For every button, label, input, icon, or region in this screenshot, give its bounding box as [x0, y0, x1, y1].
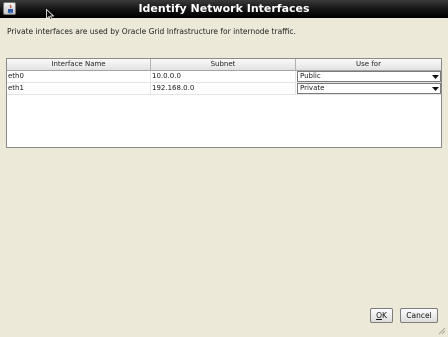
use-for-value: Public — [300, 72, 321, 80]
column-header-interface-name[interactable]: Interface Name — [7, 59, 151, 71]
column-header-use-for[interactable]: Use for — [296, 59, 441, 71]
use-for-cell[interactable]: Private — [296, 83, 441, 95]
cancel-button[interactable]: Cancel — [400, 308, 438, 323]
ok-label: K — [381, 311, 387, 320]
subnet-cell[interactable]: 192.168.0.0 — [151, 83, 296, 95]
use-for-cell[interactable]: Public — [296, 71, 441, 83]
resize-grip-icon[interactable] — [438, 327, 446, 335]
use-for-dropdown[interactable]: Private — [297, 83, 441, 94]
network-interfaces-table[interactable]: Interface Name Subnet Use for eth0 10.0.… — [6, 58, 442, 148]
chevron-down-icon[interactable] — [432, 86, 439, 92]
interface-name-cell[interactable]: eth0 — [7, 71, 151, 83]
table-row[interactable]: eth0 10.0.0.0 Public — [7, 71, 441, 83]
use-for-dropdown[interactable]: Public — [297, 71, 441, 82]
window-title: Identify Network Interfaces — [138, 2, 310, 15]
interface-name-cell[interactable]: eth1 — [7, 83, 151, 95]
chevron-down-icon[interactable] — [432, 74, 439, 80]
table-row[interactable]: eth1 192.168.0.0 Private — [7, 83, 441, 95]
table-header: Interface Name Subnet Use for — [7, 59, 441, 71]
ok-button[interactable]: OK — [370, 308, 393, 323]
window-titlebar[interactable]: Identify Network Interfaces — [0, 0, 448, 22]
subnet-cell[interactable]: 10.0.0.0 — [151, 71, 296, 83]
description-text: Private interfaces are used by Oracle Gr… — [7, 27, 296, 36]
use-for-value: Private — [300, 84, 325, 92]
column-header-subnet[interactable]: Subnet — [151, 59, 296, 71]
dialog-body: Private interfaces are used by Oracle Gr… — [0, 19, 448, 337]
